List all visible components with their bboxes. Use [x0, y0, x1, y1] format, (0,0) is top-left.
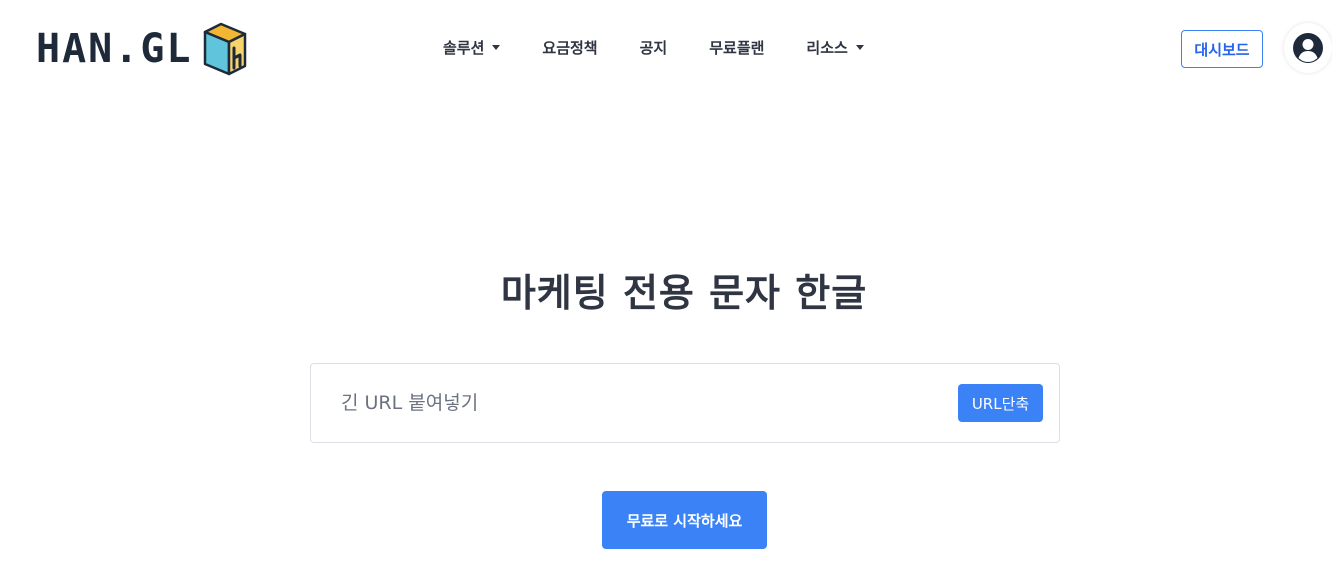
- caret-down-icon: [855, 44, 864, 50]
- logo-text: HAN.GL: [36, 26, 193, 72]
- main-nav: 솔루션 요금정책 공지 무료플랜 리소스: [443, 36, 864, 58]
- user-circle-icon: [1293, 33, 1323, 63]
- user-menu-button[interactable]: [1284, 23, 1332, 73]
- url-shortener-form: URL단축: [310, 363, 1060, 443]
- hero-title: 마케팅 전용 문자 한글: [500, 271, 868, 315]
- nav-item-pricing[interactable]: 요금정책: [542, 37, 597, 58]
- nav-item-label: 솔루션: [443, 38, 485, 57]
- logo-box-icon: [203, 22, 246, 76]
- nav-item-free-plan[interactable]: 무료플랜: [709, 37, 764, 58]
- nav-item-label: 리소스: [806, 38, 848, 57]
- nav-item-resources[interactable]: 리소스: [806, 37, 864, 58]
- nav-item-notice[interactable]: 공지: [640, 37, 668, 58]
- brand-logo[interactable]: HAN.GL: [36, 22, 247, 76]
- start-free-button[interactable]: 무료로 시작하세요: [602, 491, 767, 549]
- caret-down-icon: [492, 44, 501, 50]
- nav-item-label: 무료플랜: [709, 38, 765, 57]
- nav-item-solutions[interactable]: 솔루션: [443, 37, 501, 58]
- shorten-url-button[interactable]: URL단축: [958, 384, 1043, 422]
- nav-item-label: 공지: [639, 38, 668, 57]
- dashboard-button[interactable]: 대시보드: [1181, 30, 1263, 68]
- nav-item-label: 요금정책: [542, 38, 598, 57]
- url-input[interactable]: [341, 384, 941, 422]
